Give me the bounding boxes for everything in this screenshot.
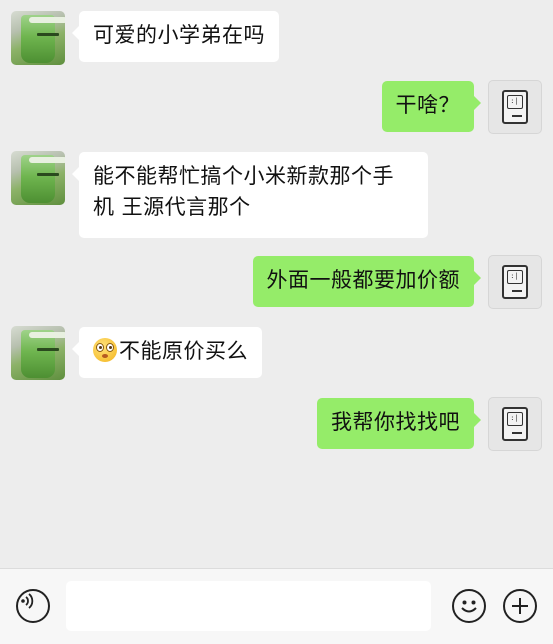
received-message-bubble[interactable]: 不能原价买么 — [72, 327, 262, 378]
sent-message-bubble[interactable]: 干啥？ — [381, 81, 481, 132]
input-bar — [0, 568, 553, 644]
user-avatar[interactable]: :| — [488, 397, 542, 451]
contact-avatar[interactable] — [11, 326, 65, 380]
received-message-bubble[interactable]: 可爱的小学弟在吗 — [72, 11, 279, 62]
message-text: 我帮你找找吧 — [331, 410, 460, 434]
sent-message-bubble[interactable]: 外面一般都要加价额 — [252, 256, 481, 307]
chat-message-list[interactable]: 可爱的小学弟在吗 :| 干啥？ 能不能帮忙搞个小米新款那个手 机 王源代言那个 … — [0, 0, 553, 568]
message-text: 不能原价买么 — [119, 339, 248, 363]
flushed-face-emoji-icon — [93, 338, 117, 362]
message-text: 外面一般都要加价额 — [266, 268, 460, 292]
message-text-line-2: 机 王源代言那个 — [93, 195, 251, 219]
received-message-bubble[interactable]: 能不能帮忙搞个小米新款那个手 机 王源代言那个 — [72, 152, 428, 238]
user-avatar[interactable]: :| — [488, 80, 542, 134]
contact-avatar[interactable] — [11, 11, 65, 65]
user-avatar[interactable]: :| — [488, 255, 542, 309]
message-text: 干啥？ — [395, 93, 460, 117]
contact-avatar[interactable] — [11, 151, 65, 205]
message-text-line-1: 能不能帮忙搞个小米新款那个手 — [93, 164, 394, 188]
emoji-icon[interactable] — [452, 589, 486, 623]
message-text: 可爱的小学弟在吗 — [93, 23, 265, 47]
voice-icon[interactable] — [16, 589, 50, 623]
sent-message-bubble[interactable]: 我帮你找找吧 — [317, 398, 481, 449]
plus-icon[interactable] — [503, 589, 537, 623]
message-input[interactable] — [66, 581, 431, 631]
